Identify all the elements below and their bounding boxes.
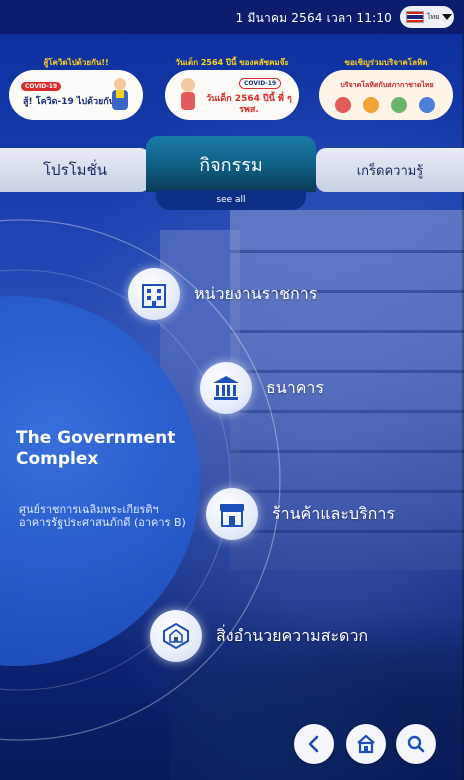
- back-button[interactable]: [294, 724, 334, 764]
- search-button[interactable]: [396, 724, 436, 764]
- menu-label: หน่วยงานราชการ: [194, 283, 318, 303]
- home-button[interactable]: [346, 724, 386, 764]
- home-icon: [357, 734, 375, 754]
- back-icon: [308, 735, 319, 753]
- facilities-icon: [150, 610, 202, 662]
- menu-label: สิ่งอำนวยความสะดวก: [216, 625, 369, 645]
- menu-label: ธนาคาร: [266, 377, 324, 397]
- menu-label: ร้านค้าและบริการ: [272, 503, 395, 523]
- menu-shops-services[interactable]: ร้านค้าและบริการ: [206, 488, 395, 540]
- office-building-icon: [128, 268, 180, 320]
- menu-government-agencies[interactable]: หน่วยงานราชการ: [128, 268, 317, 320]
- kiosk-screen: 1 มีนาคม 2564 เวลา 11:10 ไทย สู้โควิดไปด…: [0, 0, 464, 780]
- bank-icon: [200, 362, 252, 414]
- menu-facilities[interactable]: สิ่งอำนวยความสะดวก: [150, 610, 368, 662]
- search-icon: [407, 735, 425, 753]
- menu-bank[interactable]: ธนาคาร: [200, 362, 324, 414]
- shop-icon: [206, 488, 258, 540]
